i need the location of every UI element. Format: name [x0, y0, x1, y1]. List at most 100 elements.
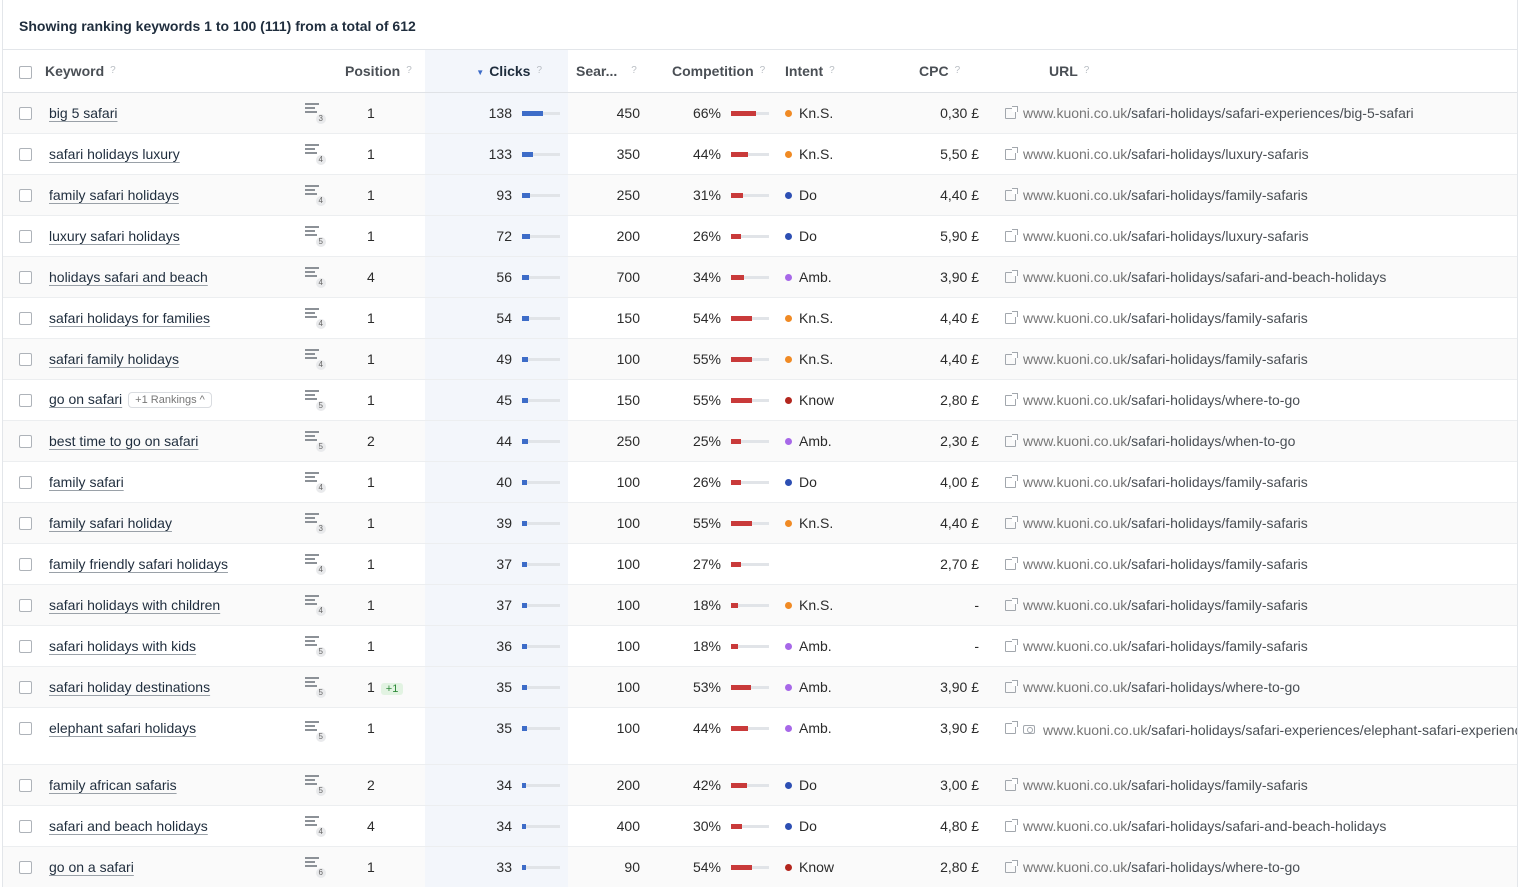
row-checkbox[interactable]: [19, 230, 32, 244]
row-checkbox[interactable]: [19, 722, 32, 736]
table-row[interactable]: safari holidays with children 4 1 37 100 18% K…: [3, 584, 1517, 625]
external-link-icon[interactable]: [1005, 146, 1018, 160]
ranking-url[interactable]: www.kuoni.co.uk/safari-holidays/family-s…: [1023, 474, 1308, 490]
ranking-url[interactable]: www.kuoni.co.uk/safari-holidays/family-s…: [1023, 187, 1308, 203]
col-keyword[interactable]: Keyword?: [45, 50, 305, 92]
table-row[interactable]: safari family holidays 4 1 49 100 55% Kn.S. 4,4…: [3, 338, 1517, 379]
serp-features-icon[interactable]: 4: [305, 815, 326, 837]
help-icon[interactable]: ?: [406, 65, 412, 76]
row-checkbox[interactable]: [19, 599, 32, 613]
external-link-icon[interactable]: [1005, 679, 1018, 693]
help-icon[interactable]: ?: [110, 65, 116, 76]
ranking-url[interactable]: www.kuoni.co.uk/safari-holidays/where-to…: [1023, 679, 1300, 695]
ranking-url[interactable]: www.kuoni.co.uk/safari-holidays/family-s…: [1023, 777, 1308, 793]
external-link-icon[interactable]: [1005, 638, 1018, 652]
help-icon[interactable]: ?: [536, 65, 542, 76]
table-row[interactable]: family friendly safari holidays 4 1 37 100 27…: [3, 543, 1517, 584]
ranking-url[interactable]: www.kuoni.co.uk/safari-holidays/where-to…: [1023, 392, 1300, 408]
external-link-icon[interactable]: [1005, 474, 1018, 488]
row-checkbox[interactable]: [19, 394, 32, 408]
serp-features-icon[interactable]: 4: [305, 594, 326, 616]
keyword-link[interactable]: safari holiday destinations: [49, 679, 210, 695]
row-checkbox[interactable]: [19, 861, 32, 875]
serp-features-icon[interactable]: 6: [305, 856, 326, 878]
screenshot-icon[interactable]: [1023, 724, 1035, 734]
ranking-url[interactable]: www.kuoni.co.uk/safari-holidays/when-to-…: [1023, 433, 1295, 449]
table-row[interactable]: family safari holiday 3 1 39 100 55% Kn.S. 4,40…: [3, 502, 1517, 543]
keyword-link[interactable]: safari holidays with children: [49, 597, 220, 613]
table-row[interactable]: luxury safari holidays 5 1 72 200 26% Do 5,90 £…: [3, 215, 1517, 256]
keyword-link[interactable]: safari family holidays: [49, 351, 179, 367]
external-link-icon[interactable]: [1005, 597, 1018, 611]
serp-features-icon[interactable]: 3: [305, 512, 326, 534]
serp-features-icon[interactable]: 5: [305, 430, 326, 452]
external-link-icon[interactable]: [1005, 187, 1018, 201]
help-icon[interactable]: ?: [829, 65, 835, 76]
external-link-icon[interactable]: [1005, 351, 1018, 365]
row-checkbox[interactable]: [19, 779, 32, 793]
keyword-link[interactable]: family safari holidays: [49, 187, 179, 203]
ranking-url[interactable]: www.kuoni.co.uk/safari-holidays/luxury-s…: [1023, 228, 1309, 244]
table-row[interactable]: safari holiday destinations 5 1 +1 35 100 53% A…: [3, 666, 1517, 707]
row-checkbox[interactable]: [19, 640, 32, 654]
row-checkbox[interactable]: [19, 476, 32, 490]
serp-features-icon[interactable]: 4: [305, 307, 326, 329]
row-checkbox[interactable]: [19, 107, 32, 121]
external-link-icon[interactable]: [1005, 269, 1018, 283]
external-link-icon[interactable]: [1005, 515, 1018, 529]
col-intent[interactable]: Intent?: [775, 50, 909, 92]
select-all-checkbox[interactable]: [19, 65, 32, 79]
external-link-icon[interactable]: [1005, 777, 1018, 791]
external-link-icon[interactable]: [1005, 228, 1018, 242]
row-checkbox[interactable]: [19, 312, 32, 326]
table-row[interactable]: go on safari +1 Rankings ^ 5 1 45 150 55% Know 2…: [3, 379, 1517, 420]
ranking-url[interactable]: www.kuoni.co.uk/safari-holidays/family-s…: [1023, 556, 1308, 572]
keyword-link[interactable]: safari holidays for families: [49, 310, 210, 326]
external-link-icon[interactable]: [1005, 720, 1018, 734]
table-row[interactable]: holidays safari and beach 4 4 56 700 34% Amb. 3…: [3, 256, 1517, 297]
keyword-link[interactable]: family safari: [49, 474, 124, 490]
external-link-icon[interactable]: [1005, 818, 1018, 832]
keyword-link[interactable]: holidays safari and beach: [49, 269, 208, 285]
table-row[interactable]: safari holidays luxury 4 1 133 350 44% Kn.S. 5,…: [3, 133, 1517, 174]
col-cpc[interactable]: CPC?: [909, 50, 989, 92]
keyword-link[interactable]: family safari holiday: [49, 515, 172, 531]
help-icon[interactable]: ?: [955, 65, 961, 76]
keyword-link[interactable]: big 5 safari: [49, 105, 117, 121]
row-checkbox[interactable]: [19, 435, 32, 449]
keyword-link[interactable]: luxury safari holidays: [49, 228, 180, 244]
col-competition[interactable]: Competition?: [648, 50, 775, 92]
select-all-cell[interactable]: [3, 50, 45, 92]
serp-features-icon[interactable]: 4: [305, 553, 326, 575]
row-checkbox[interactable]: [19, 558, 32, 572]
ranking-url[interactable]: www.kuoni.co.uk/safari-holidays/family-s…: [1023, 351, 1308, 367]
serp-features-icon[interactable]: 4: [305, 184, 326, 206]
col-url[interactable]: URL?: [1049, 50, 1517, 92]
serp-features-icon[interactable]: 4: [305, 143, 326, 165]
serp-features-icon[interactable]: 5: [305, 635, 326, 657]
external-link-icon[interactable]: [1005, 433, 1018, 447]
help-icon[interactable]: ?: [760, 65, 766, 76]
ranking-url[interactable]: www.kuoni.co.uk/safari-holidays/luxury-s…: [1023, 146, 1309, 162]
row-checkbox[interactable]: [19, 820, 32, 834]
table-row[interactable]: family african safaris 5 2 34 200 42% Do 3,00 £…: [3, 764, 1517, 805]
keyword-link[interactable]: go on safari: [49, 391, 122, 407]
serp-features-icon[interactable]: 5: [305, 389, 326, 411]
external-link-icon[interactable]: [1005, 556, 1018, 570]
col-position[interactable]: Position?: [345, 50, 425, 92]
serp-features-icon[interactable]: 4: [305, 266, 326, 288]
ranking-url[interactable]: www.kuoni.co.uk/safari-holidays/family-s…: [1023, 597, 1308, 613]
table-row[interactable]: safari holidays for families 4 1 54 150 54% Kn…: [3, 297, 1517, 338]
ranking-url[interactable]: www.kuoni.co.uk/safari-holidays/family-s…: [1023, 310, 1308, 326]
help-icon[interactable]: ?: [631, 65, 637, 76]
col-clicks[interactable]: ▼ Clicks?: [425, 50, 568, 92]
keyword-link[interactable]: safari holidays luxury: [49, 146, 180, 162]
serp-features-icon[interactable]: 5: [305, 720, 326, 742]
serp-features-icon[interactable]: 4: [305, 471, 326, 493]
ranking-url[interactable]: www.kuoni.co.uk/safari-holidays/where-to…: [1023, 859, 1300, 875]
table-row[interactable]: elephant safari holidays 5 1 35 100 44% Amb. 3,…: [3, 707, 1517, 764]
keyword-link[interactable]: go on a safari: [49, 859, 134, 875]
more-rankings-toggle[interactable]: +1 Rankings ^: [128, 392, 212, 408]
external-link-icon[interactable]: [1005, 310, 1018, 324]
table-row[interactable]: safari and beach holidays 4 4 34 400 30% Do 4,8…: [3, 805, 1517, 846]
